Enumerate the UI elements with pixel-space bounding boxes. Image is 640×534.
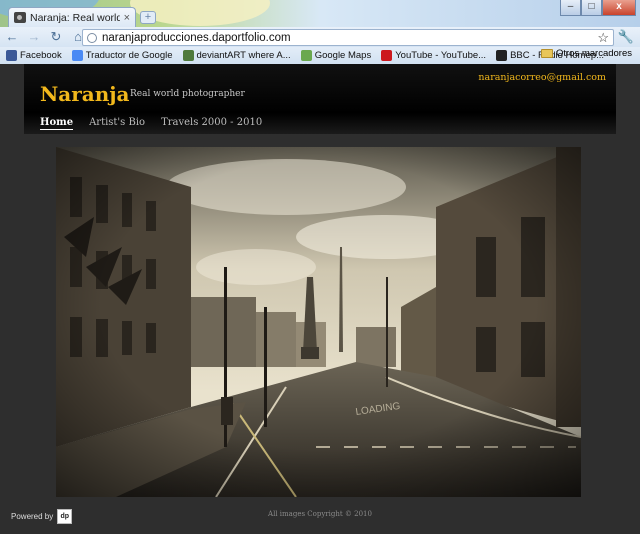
bookmark-favicon-icon	[182, 50, 194, 61]
forward-icon[interactable]: →	[26, 29, 42, 45]
new-tab-button[interactable]: +	[140, 11, 156, 24]
bookmark-favicon-icon	[300, 50, 312, 61]
web-page: Naranja Real world photographer naranjac…	[0, 64, 640, 534]
bookmark-favicon-icon	[381, 50, 393, 61]
bookmark-item[interactable]: Google Maps	[300, 50, 372, 61]
site-tagline: Real world photographer	[130, 89, 245, 99]
browser-chrome: Naranja: Real world phot... × + – □ x ← …	[0, 0, 640, 64]
bookmark-label: deviantART where A...	[196, 50, 291, 61]
window-controls: – □ x	[560, 0, 636, 16]
maximize-button[interactable]: □	[581, 0, 602, 16]
bookmark-favicon-icon	[71, 50, 83, 61]
featured-photo[interactable]: LOADING	[56, 147, 581, 497]
tab-title: Naranja: Real world phot...	[30, 11, 120, 24]
minimize-button[interactable]: –	[560, 0, 581, 16]
browser-tab[interactable]: Naranja: Real world phot... ×	[8, 7, 136, 27]
navigation-toolbar: ← → ↻ ⌂ naranjaproducciones.daportfolio.…	[0, 27, 640, 47]
title-bar: Naranja: Real world phot... × + – □ x	[0, 0, 640, 27]
bookmark-favicon-icon	[6, 50, 17, 61]
back-icon[interactable]: ←	[4, 29, 20, 45]
nav-item-home[interactable]: Home	[40, 117, 74, 130]
site-logo[interactable]: Naranja	[40, 82, 129, 106]
bookmark-label: Traductor de Google	[85, 50, 173, 61]
bookmark-item[interactable]: Traductor de Google	[71, 50, 173, 61]
bookmark-label: Google Maps	[314, 50, 372, 61]
url-text[interactable]: naranjaproducciones.daportfolio.com	[102, 32, 592, 44]
nav-item-travels-2000-2010[interactable]: Travels 2000 - 2010	[161, 117, 262, 130]
bookmark-favicon-icon	[496, 50, 508, 61]
bookmark-label: Facebook	[20, 50, 62, 61]
folder-icon	[540, 49, 553, 58]
copyright-text: All images Copyright © 2010	[268, 510, 372, 518]
bookmark-label: YouTube - YouTube...	[395, 50, 487, 61]
camera-favicon-icon	[14, 12, 26, 23]
dublin-street-photo: LOADING	[56, 147, 581, 497]
site-nav: Home Artist's Bio Travels 2000 - 2010	[40, 117, 262, 130]
bookmark-item[interactable]: YouTube - YouTube...	[381, 50, 486, 61]
globe-icon	[87, 32, 97, 43]
contact-email-link[interactable]: naranjacorreo@gmail.com	[478, 72, 606, 83]
tab-close-icon[interactable]: ×	[124, 12, 130, 24]
reload-icon[interactable]: ↻	[48, 29, 64, 45]
bookmark-item[interactable]: deviantART where A...	[182, 50, 291, 61]
close-window-button[interactable]: x	[602, 0, 636, 16]
bookmark-item[interactable]: Facebook	[6, 50, 62, 61]
nav-item-artist-s-bio[interactable]: Artist's Bio	[89, 117, 145, 130]
star-icon[interactable]: ☆	[597, 30, 609, 46]
other-bookmarks-label: Otros marcadores	[555, 48, 632, 59]
address-bar[interactable]: naranjaproducciones.daportfolio.com ☆	[82, 29, 614, 46]
site-header: Naranja Real world photographer naranjac…	[24, 64, 616, 134]
wrench-icon[interactable]: 🔧	[618, 29, 634, 45]
other-bookmarks-button[interactable]: Otros marcadores	[540, 48, 632, 59]
